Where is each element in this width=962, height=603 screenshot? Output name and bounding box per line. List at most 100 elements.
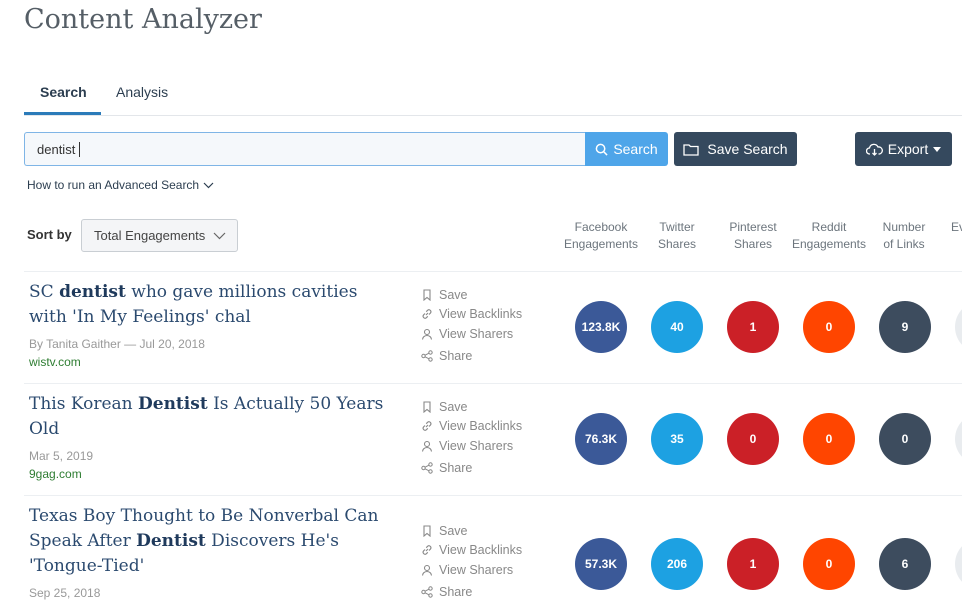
article-title-link[interactable]: SC dentist who gave millions cavities wi… [29, 280, 399, 330]
column-header-line: Shares [657, 237, 697, 251]
pinterest-shares-badge: 1 [727, 301, 779, 353]
tab-analysis[interactable]: Analysis [116, 84, 168, 100]
title-text: SC [29, 282, 60, 302]
search-input[interactable] [24, 132, 586, 166]
link-icon [422, 309, 432, 319]
save-search-label: Save Search [707, 141, 788, 157]
share-label: Share [439, 585, 473, 599]
cloud-download-icon [865, 143, 883, 156]
facebook-engagements-badge: 123.8K [575, 301, 627, 353]
column-header-line: Twitter [659, 220, 695, 234]
share-icon [421, 350, 433, 362]
sort-label: Sort by [27, 227, 72, 242]
view-sharers-action[interactable]: View Sharers [421, 439, 513, 453]
evergreen-score-badge [955, 413, 962, 465]
sort-selected-value: Total Engagements [94, 228, 206, 243]
view-backlinks-action[interactable]: View Backlinks [421, 419, 522, 433]
save-search-button[interactable]: Save Search [674, 132, 797, 166]
row-divider [24, 495, 962, 496]
keyword-highlight: dentist [59, 282, 126, 302]
view-backlinks-action[interactable]: View Backlinks [421, 307, 522, 321]
pinterest-shares-badge: 0 [727, 413, 779, 465]
article-title-link[interactable]: This Korean Dentist Is Actually 50 Years… [29, 392, 399, 442]
export-button[interactable]: Export [855, 132, 952, 166]
view-sharers-label: View Sharers [439, 563, 514, 577]
user-icon [421, 564, 433, 576]
evergreen-score-badge [955, 538, 962, 590]
column-header-facebook[interactable]: Facebook Engagements [560, 219, 642, 253]
column-header-twitter[interactable]: Twitter Shares [647, 219, 707, 253]
column-header-evergreen[interactable]: Ev [951, 219, 962, 236]
title-text: This Korean [29, 394, 139, 414]
column-header-line: Ev [951, 220, 962, 234]
bookmark-icon [423, 401, 431, 413]
view-backlinks-action[interactable]: View Backlinks [421, 543, 522, 557]
keyword-highlight: Dentist [138, 394, 208, 414]
share-action[interactable]: Share [421, 461, 472, 475]
share-action[interactable]: Share [421, 585, 472, 599]
column-header-line: Number [882, 220, 926, 234]
article-domain-link[interactable]: wistv.com [29, 355, 81, 369]
search-button[interactable]: Search [585, 132, 668, 166]
advanced-search-link[interactable]: How to run an Advanced Search [27, 178, 214, 192]
number-of-links-badge: 6 [879, 538, 931, 590]
active-tab-indicator [24, 112, 101, 115]
advanced-search-label: How to run an Advanced Search [27, 178, 200, 192]
twitter-shares-badge: 40 [651, 301, 703, 353]
column-header-line: Engagements [791, 237, 867, 251]
view-sharers-action[interactable]: View Sharers [421, 563, 513, 577]
column-header-line: Facebook [574, 220, 628, 234]
column-header-links[interactable]: Number of Links [874, 219, 934, 253]
save-label: Save [439, 524, 468, 538]
facebook-engagements-badge: 76.3K [575, 413, 627, 465]
link-icon [422, 421, 432, 431]
view-backlinks-label: View Backlinks [439, 543, 523, 557]
view-sharers-label: View Sharers [439, 439, 514, 453]
chevron-down-icon [203, 182, 214, 188]
view-backlinks-label: View Backlinks [439, 419, 523, 433]
column-header-pinterest[interactable]: Pinterest Shares [723, 219, 783, 253]
number-of-links-badge: 9 [879, 301, 931, 353]
page-title: Content Analyzer [24, 4, 262, 35]
column-header-reddit[interactable]: Reddit Engagements [788, 219, 870, 253]
user-icon [421, 328, 433, 340]
article-byline: Mar 5, 2019 [29, 449, 94, 463]
column-header-line: Reddit [811, 220, 847, 234]
folder-icon [683, 143, 700, 156]
column-header-line: Engagements [563, 237, 639, 251]
share-label: Share [439, 349, 473, 363]
share-action[interactable]: Share [421, 349, 472, 363]
sort-select[interactable]: Total Engagements [81, 219, 238, 252]
reddit-engagements-badge: 0 [803, 413, 855, 465]
evergreen-score-badge [955, 301, 962, 353]
twitter-shares-badge: 35 [651, 413, 703, 465]
article-title-link[interactable]: Texas Boy Thought to Be Nonverbal Can Sp… [29, 504, 379, 579]
facebook-engagements-badge: 57.3K [575, 538, 627, 590]
reddit-engagements-badge: 0 [803, 538, 855, 590]
article-byline: Sep 25, 2018 [29, 586, 101, 600]
row-divider [24, 271, 962, 272]
share-icon [421, 462, 433, 474]
search-button-label: Search [613, 141, 658, 157]
save-action[interactable]: Save [421, 524, 468, 538]
export-label: Export [887, 141, 929, 157]
article-domain-link[interactable]: 9gag.com [29, 467, 82, 481]
view-backlinks-label: View Backlinks [439, 307, 523, 321]
view-sharers-action[interactable]: View Sharers [421, 327, 513, 341]
share-label: Share [439, 461, 473, 475]
save-action[interactable]: Save [421, 400, 468, 414]
bookmark-icon [423, 525, 431, 537]
column-header-line: of Links [883, 237, 925, 251]
pinterest-shares-badge: 1 [727, 538, 779, 590]
row-divider [24, 383, 962, 384]
link-icon [422, 545, 432, 555]
save-label: Save [439, 288, 468, 302]
save-label: Save [439, 400, 468, 414]
reddit-engagements-badge: 0 [803, 301, 855, 353]
bookmark-icon [423, 289, 431, 301]
save-action[interactable]: Save [421, 288, 468, 302]
search-icon [595, 143, 608, 156]
tab-search[interactable]: Search [40, 84, 87, 100]
twitter-shares-badge: 206 [651, 538, 703, 590]
chevron-down-icon [213, 232, 226, 239]
